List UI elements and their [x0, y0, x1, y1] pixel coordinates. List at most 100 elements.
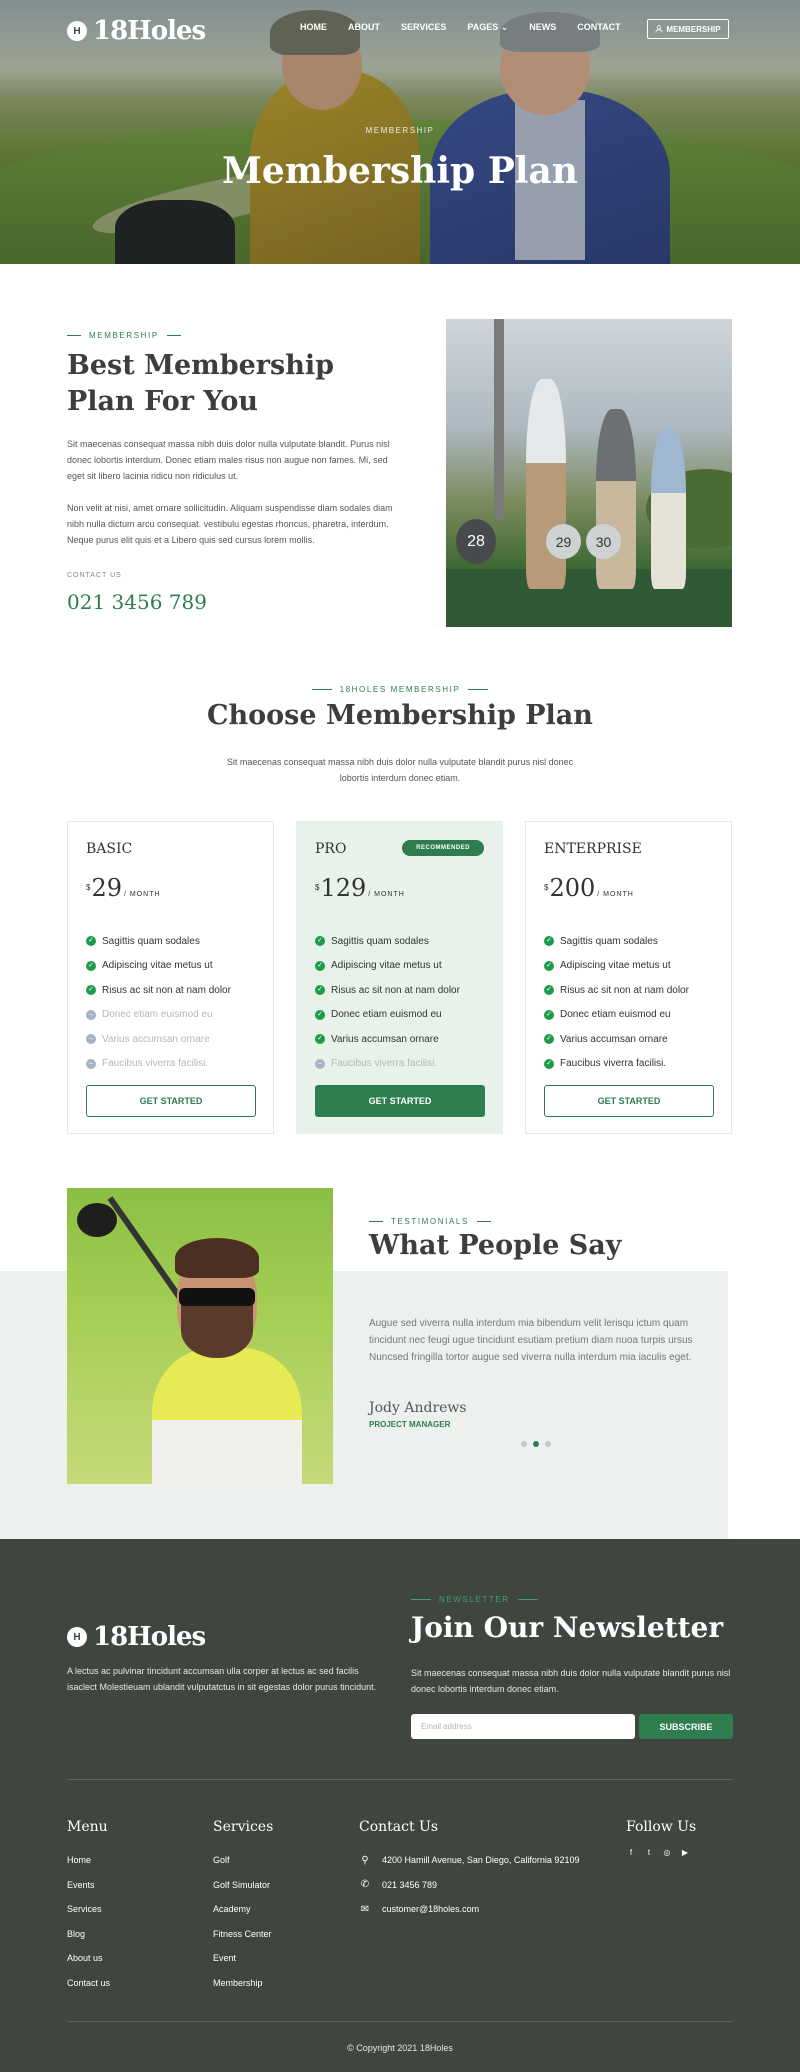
plan-feature-text: Adipiscing vitae metus ut — [102, 960, 213, 972]
plan-feature: – Donec etiam euismod eu — [86, 1003, 231, 1028]
golfer-shirt — [152, 1348, 302, 1484]
footer-link-home[interactable]: Home — [67, 1848, 110, 1873]
contact-phone[interactable]: 021 3456 789 — [67, 590, 207, 614]
plan-feature: ✓ Risus ac sit non at nam dolor — [544, 978, 689, 1003]
newsletter-email-input[interactable] — [411, 1714, 635, 1739]
footer-logo-mark: H — [67, 1627, 87, 1647]
hero-eyebrow: MEMBERSHIP — [365, 126, 435, 135]
plan-feature: ✓ Adipiscing vitae metus ut — [86, 954, 231, 979]
plan-feature-text: Adipiscing vitae metus ut — [331, 960, 442, 972]
footer-email[interactable]: ✉ customer@18holes.com — [359, 1897, 579, 1922]
footer-link-services[interactable]: Services — [67, 1897, 110, 1922]
user-icon — [655, 25, 663, 33]
plan-card-enterprise: ENTERPRISE $ 200 / MONTH ✓ Sagittis quam… — [525, 821, 732, 1134]
membership-button[interactable]: MEMBERSHIP — [647, 19, 729, 39]
nav-contact[interactable]: CONTACT — [577, 22, 620, 33]
plan-features: ✓ Sagittis quam sodales ✓ Adipiscing vit… — [544, 929, 689, 1076]
plan-feature: ✓ Sagittis quam sodales — [544, 929, 689, 954]
price-currency: $ — [544, 883, 549, 892]
plans-description: Sit maecenas consequat massa nibh duis d… — [226, 757, 574, 783]
nav-home[interactable]: HOME — [300, 22, 327, 33]
plan-price: $ 200 / MONTH — [544, 874, 634, 902]
footer-link-event[interactable]: Event — [213, 1946, 272, 1971]
membership-button-label: MEMBERSHIP — [666, 24, 721, 34]
newsletter-eyebrow-text: NEWSLETTER — [439, 1595, 510, 1604]
get-started-button[interactable]: GET STARTED — [86, 1085, 256, 1117]
divider — [166, 335, 181, 336]
plan-feature-text: Adipiscing vitae metus ut — [560, 960, 671, 972]
footer-bottom-divider — [67, 2021, 733, 2022]
plans-eyebrow: 18HOLES MEMBERSHIP — [0, 685, 800, 694]
footer-follow-title: Follow Us — [626, 1819, 697, 1835]
about-image-golfer-2 — [596, 409, 636, 589]
footer-link-fitness-center[interactable]: Fitness Center — [213, 1922, 272, 1947]
location-pin-icon: ⚲ — [361, 1854, 369, 1866]
footer-address: ⚲ 4200 Hamill Avenue, San Diego, Californ… — [359, 1848, 579, 1873]
subscribe-button[interactable]: SUBSCRIBE — [639, 1714, 733, 1739]
testimonial-photo — [67, 1188, 333, 1484]
nav-services[interactable]: SERVICES — [401, 22, 446, 33]
carousel-dot-2[interactable] — [533, 1441, 539, 1447]
minus-circle-icon: – — [86, 1058, 96, 1069]
footer-link-events[interactable]: Events — [67, 1873, 110, 1898]
newsletter-title: Join Our Newsletter — [411, 1611, 724, 1644]
site-logo[interactable]: H 18Holes — [67, 16, 206, 46]
footer-link-contact[interactable]: Contact us — [67, 1971, 110, 1996]
plan-feature-text: Faucibus viverra facilisi. — [560, 1058, 667, 1070]
logo-mark: H — [67, 21, 87, 41]
plan-card-pro: PRO RECOMMENDED $ 129 / MONTH ✓ Sagittis … — [296, 821, 503, 1134]
golf-club-head — [77, 1203, 117, 1237]
plan-feature: ✓ Varius accumsan ornare — [544, 1027, 689, 1052]
footer-link-blog[interactable]: Blog — [67, 1922, 110, 1947]
testimonial-author: Jody Andrews — [369, 1400, 467, 1416]
footer-link-golf-simulator[interactable]: Golf Simulator — [213, 1873, 272, 1898]
plan-feature: ✓ Faucibus viverra facilisi. — [544, 1052, 689, 1077]
footer-link-academy[interactable]: Academy — [213, 1897, 272, 1922]
plan-feature: – Faucibus viverra facilisi. — [315, 1052, 460, 1077]
check-circle-icon: ✓ — [544, 1058, 554, 1069]
plan-feature: – Varius accumsan ornare — [86, 1027, 231, 1052]
plan-feature-text: Risus ac sit non at nam dolor — [560, 984, 689, 996]
divider — [311, 689, 332, 690]
check-circle-icon: ✓ — [544, 960, 554, 971]
footer-link-about[interactable]: About us — [67, 1946, 110, 1971]
newsletter-eyebrow: NEWSLETTER — [411, 1595, 538, 1604]
logo-text: 18Holes — [93, 16, 206, 46]
footer-services-title: Services — [213, 1819, 274, 1835]
get-started-button[interactable]: GET STARTED — [544, 1085, 714, 1117]
copyright-text: © Copyright 2021 18Holes — [347, 2043, 453, 2053]
footer-email-text: customer@18holes.com — [382, 1904, 480, 1915]
plan-card-basic: BASIC $ 29 / MONTH ✓ Sagittis quam sodal… — [67, 821, 274, 1134]
get-started-button[interactable]: GET STARTED — [315, 1085, 485, 1117]
facebook-icon[interactable]: f — [626, 1848, 636, 1857]
footer-menu-title: Menu — [67, 1819, 108, 1835]
plan-feature: – Faucibus viverra facilisi. — [86, 1052, 231, 1077]
nav-news[interactable]: NEWS — [529, 22, 556, 33]
instagram-icon[interactable]: ◎ — [662, 1848, 672, 1857]
footer-link-membership[interactable]: Membership — [213, 1971, 272, 1996]
nav-about[interactable]: ABOUT — [348, 22, 380, 33]
footer-link-golf[interactable]: Golf — [213, 1848, 272, 1873]
footer-logo[interactable]: H 18Holes — [67, 1622, 206, 1652]
plan-price: $ 129 / MONTH — [315, 874, 405, 902]
plan-feature: ✓ Donec etiam euismod eu — [544, 1003, 689, 1028]
bay-number-29: 29 — [546, 524, 581, 559]
plan-feature-text: Varius accumsan ornare — [102, 1033, 210, 1045]
youtube-icon[interactable]: ▶ — [680, 1848, 690, 1857]
price-amount: 200 — [549, 874, 596, 902]
twitter-icon[interactable]: t — [644, 1848, 654, 1857]
divider — [369, 1221, 383, 1222]
carousel-dot-1[interactable] — [521, 1441, 527, 1447]
plan-feature-text: Faucibus viverra facilisi. — [331, 1058, 438, 1070]
about-image-golfer-3 — [651, 429, 686, 589]
newsletter-description: Sit maecenas consequat massa nibh duis d… — [411, 1668, 731, 1694]
plan-feature-text: Varius accumsan ornare — [560, 1033, 668, 1045]
social-links: f t ◎ ▶ — [626, 1848, 690, 1857]
footer-phone[interactable]: ✆ 021 3456 789 — [359, 1873, 579, 1898]
carousel-dot-3[interactable] — [545, 1441, 551, 1447]
divider — [468, 689, 489, 690]
check-circle-icon: ✓ — [315, 1009, 325, 1020]
price-currency: $ — [315, 883, 320, 892]
nav-pages[interactable]: PAGES ⌄ — [467, 22, 508, 33]
check-circle-icon: ✓ — [86, 936, 96, 947]
